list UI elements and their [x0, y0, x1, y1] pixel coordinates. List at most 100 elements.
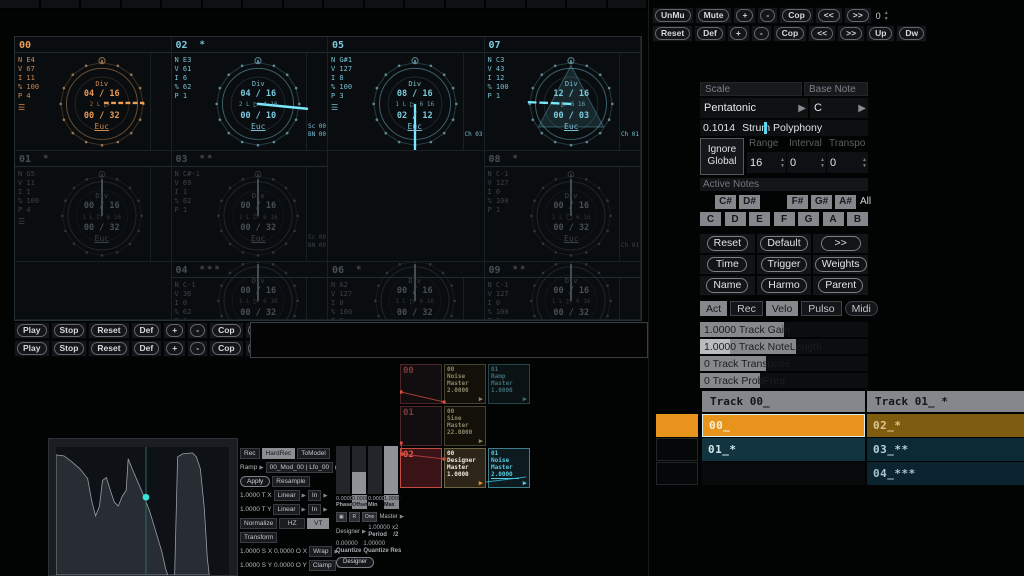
- designer-button[interactable]: Designer: [336, 557, 374, 568]
- slider-0-track-probfreq[interactable]: 0 Track ProbFreq: [700, 373, 868, 388]
- trackbar2-plus-button[interactable]: +: [730, 27, 747, 40]
- pattern-cell-03_**[interactable]: 03_**: [867, 438, 1024, 461]
- transport2-play-button[interactable]: Play: [17, 342, 47, 355]
- transport2-plus-button[interactable]: +: [166, 342, 183, 355]
- normalize-button[interactable]: Normalize: [240, 518, 277, 529]
- transport1-play-button[interactable]: Play: [17, 324, 47, 337]
- default-button[interactable]: Default: [760, 236, 807, 251]
- interval-field[interactable]: 0 ▲▼: [787, 152, 826, 173]
- trackbar2-dw-button[interactable]: Dw: [899, 27, 924, 40]
- pattern-swatch-0[interactable]: [656, 414, 698, 437]
- designer-bar-min[interactable]: [368, 446, 382, 494]
- node-play-icon[interactable]: ▶: [523, 479, 527, 487]
- mini-tab-9[interactable]: [365, 0, 406, 9]
- toggle-rec[interactable]: Rec: [730, 301, 763, 316]
- slider-1-0000-track-notelength[interactable]: 1.0000 Track NoteLength: [700, 339, 868, 354]
- seq-cell-06[interactable]: 06*N A2V 127I 0% 100P 3Div00 / 161 L▷6 1…: [328, 262, 485, 320]
- trackbar1-minus-button[interactable]: -: [760, 9, 775, 22]
- toggle-pulso[interactable]: Pulso: [801, 301, 841, 316]
- base-note-select[interactable]: C ▶: [810, 98, 868, 118]
- mini-tab-15[interactable]: [608, 0, 649, 9]
- toggle-act[interactable]: Act: [700, 301, 727, 316]
- transpose-field[interactable]: 0 ▲▼: [827, 152, 868, 173]
- mini-tab-0[interactable]: [0, 0, 41, 9]
- name-button[interactable]: Name: [706, 278, 748, 293]
- designer-arrow-icon[interactable]: ▶: [362, 529, 366, 535]
- curve-x-arrow-icon[interactable]: ▶: [302, 493, 306, 499]
- trackbar2-minus-button[interactable]: -: [754, 27, 769, 40]
- mini-tab-7[interactable]: [284, 0, 325, 9]
- transport1-cop-button[interactable]: Cop: [212, 324, 241, 337]
- node-box-00-sine-master-22-0000[interactable]: 00SineMaster22.0000▶: [444, 406, 486, 446]
- transport2-reset-button[interactable]: Reset: [91, 342, 126, 355]
- mini-tab-3[interactable]: [122, 0, 163, 9]
- wrap-select[interactable]: Wrap: [309, 546, 332, 557]
- toggle-velo[interactable]: Velo: [766, 301, 798, 316]
- scale-x-value[interactable]: 1.0000 S X: [240, 548, 272, 555]
- loop-mode-button[interactable]: ▣: [336, 512, 347, 522]
- period-value[interactable]: 1.00000: [368, 525, 390, 532]
- trackbar1-fwd-button[interactable]: >>: [847, 9, 869, 22]
- designer-bar-offset[interactable]: [352, 446, 366, 494]
- ease-x-select[interactable]: In: [308, 490, 321, 501]
- euclid-circle[interactable]: Div00 / 161 L▷6 1600 / 32Euc: [211, 278, 307, 319]
- curve-y-arrow-icon[interactable]: ▶: [302, 507, 306, 513]
- transport1-def-button[interactable]: Def: [134, 324, 160, 337]
- key-b[interactable]: B: [847, 212, 868, 226]
- trackbar1-unmu-button[interactable]: UnMu: [655, 9, 691, 22]
- key-c[interactable]: C: [700, 212, 721, 226]
- retrigger-button[interactable]: R: [349, 512, 360, 522]
- mini-tab-2[interactable]: [81, 0, 122, 9]
- transpose-spinner[interactable]: ▲▼: [862, 157, 867, 169]
- seq-cell-05[interactable]: 05N G#1V 127I 8% 100P 3☰Div08 / 161 L▷6 …: [328, 37, 485, 151]
- seq-cell-04[interactable]: 04***N C-1V 36I 0% 62P 1Div00 / 161 L▷6 …: [172, 262, 329, 320]
- trackbar1-mute-button[interactable]: Mute: [698, 9, 730, 22]
- menu-icon[interactable]: ☰: [18, 218, 54, 226]
- scale-select[interactable]: Pentatonic ▶: [700, 98, 808, 118]
- seq-cell-02[interactable]: 02*N E3V 61I 6% 62P 1Div04 / 162 L▷4 160…: [172, 37, 329, 151]
- mini-tab-12[interactable]: [486, 0, 527, 9]
- key-c-sharp[interactable]: C#: [715, 195, 736, 209]
- key-g-sharp[interactable]: G#: [811, 195, 832, 209]
- pattern-swatch-2[interactable]: [656, 462, 698, 485]
- offset-x-value[interactable]: 0.0000 O X: [274, 548, 307, 555]
- transform-button[interactable]: Transform: [240, 532, 277, 543]
- mini-tab-10[interactable]: [405, 0, 446, 9]
- mini-tab-6[interactable]: [243, 0, 284, 9]
- node-play-icon[interactable]: ▶: [523, 395, 527, 403]
- trackbar1-value[interactable]: 0: [873, 7, 884, 24]
- master-select[interactable]: Master: [379, 514, 397, 520]
- key-a[interactable]: A: [823, 212, 844, 226]
- vt-button[interactable]: VT: [307, 518, 329, 529]
- one-shot-button[interactable]: One: [362, 512, 378, 522]
- node-box-01-ramp-master-1-0000[interactable]: 01RampMaster1.0000▶: [488, 364, 530, 404]
- tension-x-value[interactable]: 1.0000 T X: [240, 492, 272, 499]
- euclid-circle[interactable]: Div12 / 16▷6 1600 / 03Euc: [524, 53, 620, 150]
- transport1-minus-button[interactable]: -: [190, 324, 205, 337]
- designer-select[interactable]: Designer: [336, 529, 360, 535]
- period-mult-buttons[interactable]: x2 /2: [392, 525, 398, 538]
- quantize-res-field[interactable]: 1.00000 Quantize Res: [363, 541, 401, 554]
- transport2-cop-button[interactable]: Cop: [212, 342, 241, 355]
- mini-tab-4[interactable]: [162, 0, 203, 9]
- node-play-icon[interactable]: ▶: [479, 395, 483, 403]
- mini-tab-1[interactable]: [41, 0, 82, 9]
- waveform-panel[interactable]: [48, 438, 238, 576]
- trigger-button[interactable]: Trigger: [761, 257, 808, 272]
- base-note-dropdown-icon[interactable]: ▶: [858, 103, 866, 114]
- clamp-select[interactable]: Clamp: [309, 560, 336, 571]
- node-box-00-designer-master-1-0000[interactable]: 00DesignerMaster1.0000▶: [444, 448, 486, 488]
- ease-y-arrow-icon[interactable]: ▶: [323, 507, 327, 513]
- euclid-circle[interactable]: Div00 / 161 L▷6 1600 / 32Euc: [367, 278, 463, 319]
- trackbar2-def-button[interactable]: Def: [697, 27, 723, 40]
- node-box-01-noise-master-2-0000[interactable]: 01NoiseMaster2.0000▶: [488, 448, 530, 488]
- track-column-header-1[interactable]: Track 01_ *: [867, 391, 1024, 412]
- offset-y-value[interactable]: 0.0000 O Y: [274, 562, 307, 569]
- quantize-value[interactable]: 0.00000: [336, 541, 361, 548]
- euclid-circle[interactable]: Div04 / 162 L▷4 1600 / 10Euc: [211, 53, 307, 150]
- transport1-plus-button[interactable]: +: [166, 324, 183, 337]
- range-spinner[interactable]: ▲▼: [780, 157, 785, 169]
- euclid-circle[interactable]: Div00 / 161 L□6 1600 / 32Euc: [524, 167, 620, 261]
- key-g[interactable]: G: [798, 212, 819, 226]
- time-button[interactable]: Time: [707, 257, 747, 272]
